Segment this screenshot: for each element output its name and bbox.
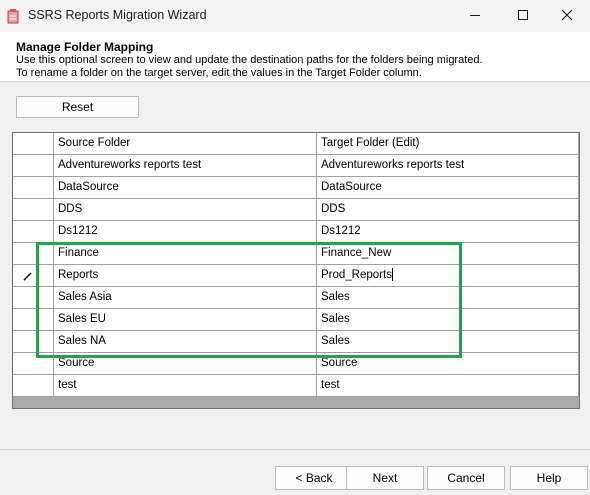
window-title: SSRS Reports Migration Wizard: [28, 8, 207, 22]
row-header[interactable]: [13, 243, 54, 265]
target-folder-cell[interactable]: DataSource: [317, 177, 579, 199]
text-cursor: [391, 268, 393, 282]
target-folder-cell[interactable]: Source: [317, 353, 579, 375]
table-row: Sales EU Sales: [13, 309, 579, 331]
table-row: Finance Finance_New: [13, 243, 579, 265]
row-header[interactable]: [13, 155, 54, 177]
description-line-2: To rename a folder on the target server,…: [16, 66, 422, 79]
source-folder-cell: test: [54, 375, 317, 397]
table-row: test test: [13, 375, 579, 397]
row-header[interactable]: [13, 199, 54, 221]
source-folder-cell: DataSource: [54, 177, 317, 199]
target-folder-cell[interactable]: Adventureworks reports test: [317, 155, 579, 177]
table-row: Ds1212 Ds1212: [13, 221, 579, 243]
maximize-icon: [518, 10, 528, 20]
close-button[interactable]: [544, 0, 590, 30]
minimize-button[interactable]: [452, 0, 498, 30]
table-row: Sales Asia Sales: [13, 287, 579, 309]
close-icon: [561, 9, 573, 21]
target-folder-cell[interactable]: Ds1212: [317, 221, 579, 243]
back-button[interactable]: < Back: [275, 466, 353, 490]
reset-button[interactable]: Reset: [16, 96, 139, 118]
row-header[interactable]: [13, 287, 54, 309]
column-header-target[interactable]: Target Folder (Edit): [317, 133, 579, 155]
table-row: DDS DDS: [13, 199, 579, 221]
description-line-1: Use this optional screen to view and upd…: [16, 54, 483, 66]
header-panel: Manage Folder Mapping Use this optional …: [0, 32, 590, 82]
folder-mapping-grid: Source Folder Target Folder (Edit) Adven…: [12, 132, 580, 409]
row-header[interactable]: [13, 309, 54, 331]
table-row: DataSource DataSource: [13, 177, 579, 199]
source-folder-cell: DDS: [54, 199, 317, 221]
row-header[interactable]: [13, 353, 54, 375]
page-title: Manage Folder Mapping: [16, 40, 154, 54]
target-folder-cell[interactable]: Sales: [317, 331, 579, 353]
target-folder-cell[interactable]: Sales: [317, 287, 579, 309]
target-folder-cell[interactable]: test: [317, 375, 579, 397]
source-folder-cell: Sales NA: [54, 331, 317, 353]
source-folder-cell: Reports: [54, 265, 317, 287]
maximize-button[interactable]: [500, 0, 546, 30]
source-folder-cell: Sales Asia: [54, 287, 317, 309]
target-folder-cell-editing[interactable]: Prod_Reports: [317, 265, 579, 287]
source-folder-cell: Adventureworks reports test: [54, 155, 317, 177]
grid-empty-area: [13, 397, 579, 408]
grid-header-row: Source Folder Target Folder (Edit): [13, 133, 579, 155]
row-header[interactable]: [13, 265, 54, 287]
target-folder-cell[interactable]: Sales: [317, 309, 579, 331]
next-button[interactable]: Next: [346, 466, 424, 490]
row-header[interactable]: [13, 221, 54, 243]
target-folder-edit-text[interactable]: Prod_Reports: [321, 269, 392, 281]
source-folder-cell: Sales EU: [54, 309, 317, 331]
source-folder-cell: Source: [54, 353, 317, 375]
table-row-editing: Reports Prod_Reports: [13, 265, 579, 287]
cancel-button[interactable]: Cancel: [427, 466, 505, 490]
row-header[interactable]: [13, 177, 54, 199]
row-header[interactable]: [13, 331, 54, 353]
page-description: Use this optional screen to view and upd…: [16, 54, 483, 79]
title-bar: SSRS Reports Migration Wizard: [0, 0, 590, 32]
table-row: Source Source: [13, 353, 579, 375]
source-folder-cell: Ds1212: [54, 221, 317, 243]
source-folder-cell: Finance: [54, 243, 317, 265]
footer-divider: [0, 449, 590, 450]
row-header[interactable]: [13, 375, 54, 397]
report-icon: [7, 9, 19, 24]
minimize-icon: [470, 15, 480, 16]
column-header-source[interactable]: Source Folder: [54, 133, 317, 155]
help-button[interactable]: Help: [510, 466, 588, 490]
row-header-corner: [13, 133, 54, 155]
table-row: Sales NA Sales: [13, 331, 579, 353]
pencil-icon: [23, 272, 32, 281]
target-folder-cell[interactable]: DDS: [317, 199, 579, 221]
target-folder-cell[interactable]: Finance_New: [317, 243, 579, 265]
table-row: Adventureworks reports test Adventurewor…: [13, 155, 579, 177]
